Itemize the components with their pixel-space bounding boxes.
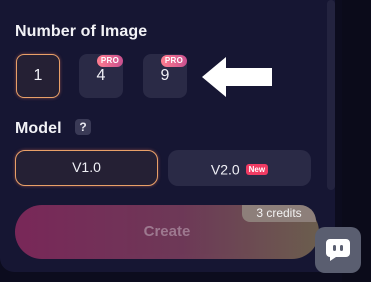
number-of-image-title: Number of Image (15, 23, 148, 40)
help-icon[interactable]: ? (75, 119, 91, 135)
pro-badge: PRO (161, 55, 187, 67)
model-v1-button[interactable]: V1.0 (15, 150, 158, 186)
chat-support-button[interactable] (315, 227, 361, 273)
new-badge: New (245, 163, 269, 175)
right-arrow-icon (202, 57, 272, 97)
model-v2-button[interactable]: V2.0 New (168, 150, 311, 186)
chat-support-icon (326, 239, 350, 261)
pro-badge: PRO (97, 55, 123, 67)
model-v2-label: V2.0 (210, 161, 240, 178)
image-count-1-button[interactable]: 1 (16, 54, 60, 98)
app-window: Number of Image 1 4 PRO 9 PRO Model ? V1… (0, 0, 371, 282)
credits-cost-tag: 3 credits (242, 205, 316, 222)
model-title: Model (15, 120, 62, 137)
panel-scrollbar[interactable] (327, 0, 335, 190)
